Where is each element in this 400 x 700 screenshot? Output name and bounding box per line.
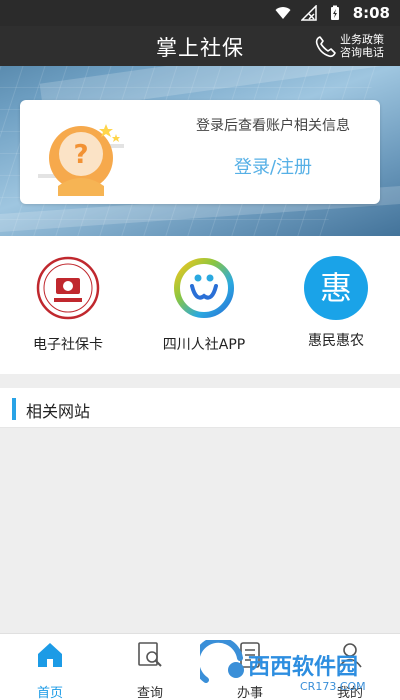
phone-icon [315,36,336,58]
wifi-icon [275,7,291,19]
watermark-subtext: CR173.COM [300,680,366,693]
nav-label: 查询 [136,686,163,700]
nav-label: 首页 [36,686,63,700]
tile-e-social-security-card[interactable]: 电子社保卡 [8,256,128,366]
battery-charging-icon [330,5,339,20]
social-security-card-seal-icon [36,256,100,320]
status-time: 8:08 [352,4,390,22]
quick-tiles: 电子社保卡 四川人社APP 惠 惠民惠农 [0,236,400,374]
search-doc-icon [138,642,162,667]
title-bar: 掌上社保 业务政策 咨询电话 [0,26,400,66]
nav-query[interactable]: 查询 [100,638,200,700]
section-title: 相关网站 [26,402,91,421]
signal-off-icon [300,5,317,21]
watermark-text: 西西软件园 [248,654,358,680]
home-icon [38,643,62,667]
login-hint: 登录后查看账户相关信息 [196,118,350,134]
unknown-user-avatar-icon: ? [38,115,124,199]
status-bar: 8:08 [0,0,400,26]
tile-sichuan-hr-app[interactable]: 四川人社APP [144,256,264,366]
hotline-button[interactable]: 业务政策 咨询电话 [314,29,384,63]
hui-badge-icon: 惠 [304,256,368,320]
hotline-line1: 业务政策 [340,33,384,46]
hotline-label: 业务政策 咨询电话 [340,33,384,59]
tile-huimin-huinong[interactable]: 惠 惠民惠农 [276,256,396,366]
status-icons: 8:08 [275,3,390,23]
watermark-logo: 西西软件园 CR173.COM [200,640,366,693]
login-card: ? 登录后查看账户相关信息 登录/注册 [20,100,380,204]
tile-label: 电子社保卡 [33,337,103,353]
hui-glyph: 惠 [319,269,352,307]
related-sites-header: 相关网站 [0,388,400,428]
login-register-link[interactable]: 登录/注册 [178,153,368,179]
tile-label: 惠民惠农 [308,333,364,349]
svg-text:?: ? [73,140,88,170]
sichuan-hr-app-icon [174,258,234,318]
nav-home[interactable]: 首页 [0,638,100,700]
section-accent-bar [12,398,16,420]
tile-label: 四川人社APP [162,337,246,353]
hotline-line2: 咨询电话 [340,46,384,59]
